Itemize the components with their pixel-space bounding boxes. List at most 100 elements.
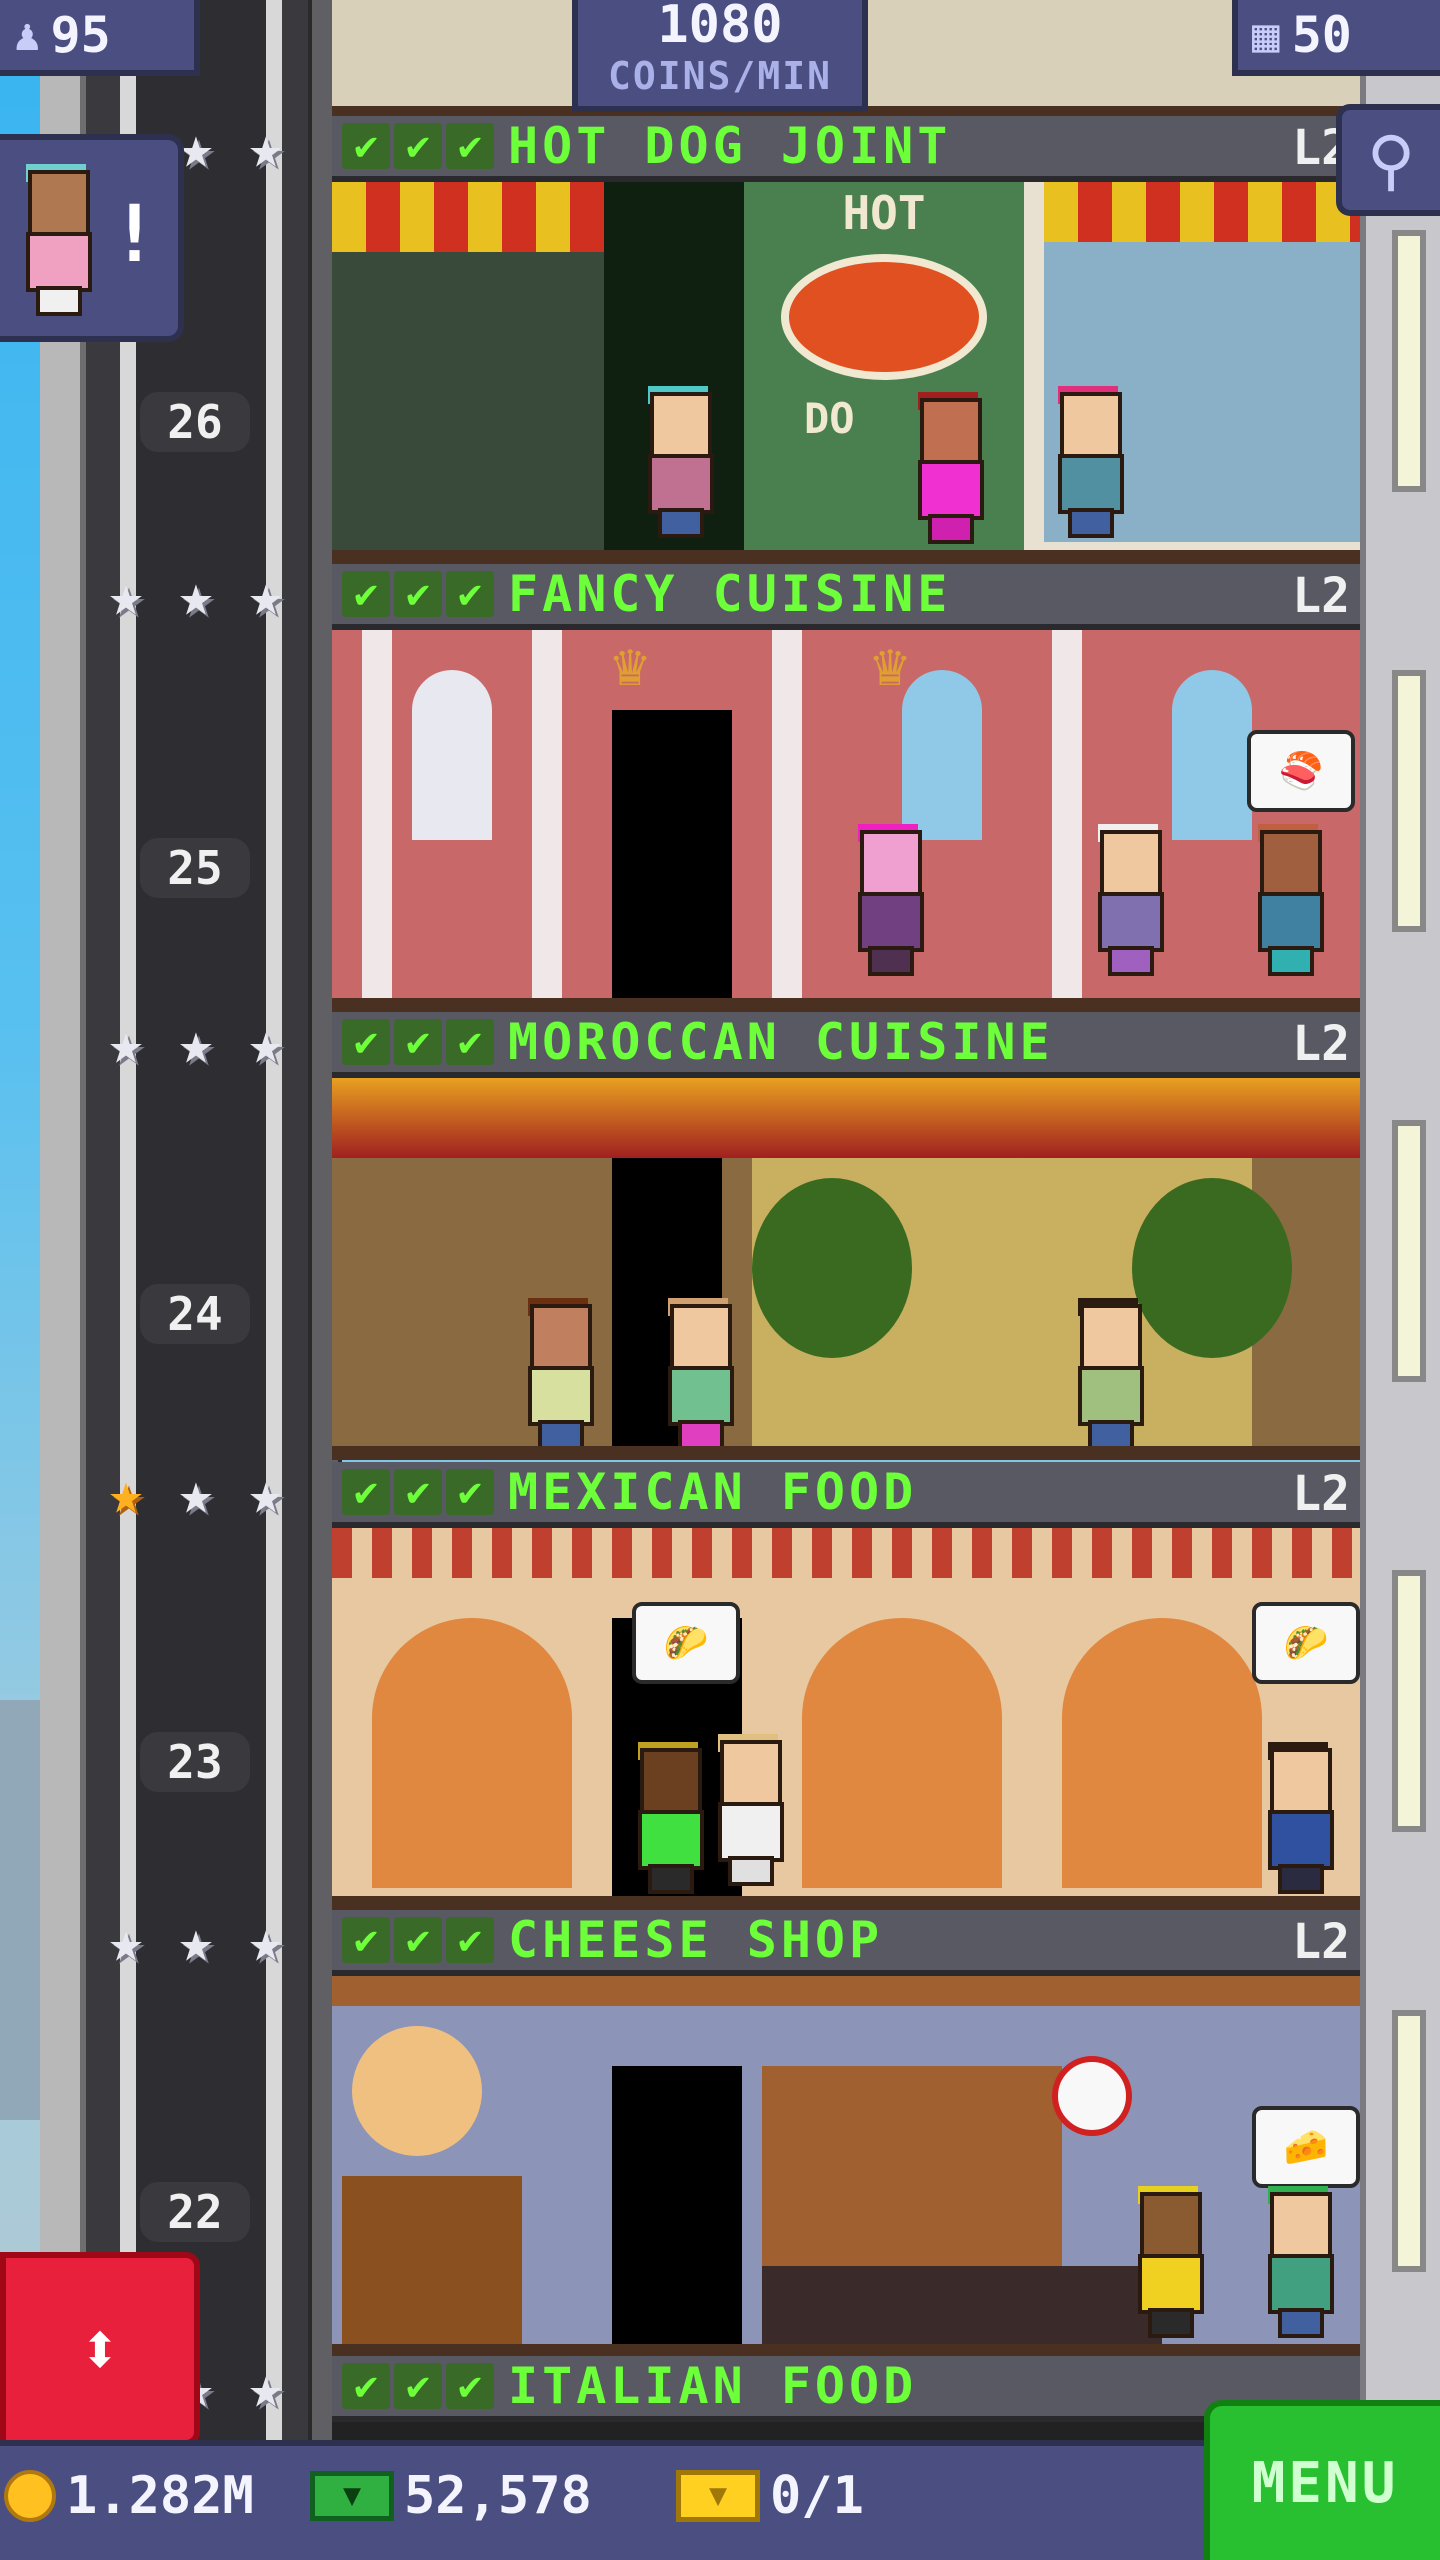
menu-button[interactable]: MENU bbox=[1204, 2400, 1440, 2560]
check-icon: ✔ bbox=[394, 2363, 442, 2409]
resident-person[interactable] bbox=[632, 1742, 704, 1894]
head bbox=[28, 170, 90, 236]
floor-counter[interactable]: ▦ 50 bbox=[1232, 0, 1440, 76]
speech-bubble[interactable]: 🍣 bbox=[1247, 730, 1355, 812]
coins-per-min-value: 1080 bbox=[657, 0, 783, 55]
resident-person[interactable] bbox=[912, 392, 984, 544]
awning bbox=[1044, 182, 1360, 242]
resident-person[interactable] bbox=[1052, 386, 1124, 538]
chandelier-icon: ♛ bbox=[872, 630, 909, 700]
floor-header: ✔ ✔ ✔ FANCY CUISINE L2 bbox=[332, 564, 1360, 630]
head bbox=[1060, 392, 1122, 458]
speech-bubble[interactable]: 🌮 bbox=[1252, 1602, 1360, 1684]
arch-booth bbox=[372, 1618, 572, 1888]
floor-base bbox=[332, 998, 1360, 1012]
elevator-rail-left bbox=[120, 0, 136, 2440]
resident-person[interactable] bbox=[712, 1734, 784, 1886]
legs bbox=[1268, 946, 1314, 976]
body bbox=[718, 1802, 784, 1862]
floor-level: L2 bbox=[1292, 1016, 1350, 1072]
zoom-button[interactable]: ⚲ bbox=[1336, 104, 1440, 216]
floor-count-value: 50 bbox=[1291, 6, 1352, 64]
check-icon: ✔ bbox=[394, 123, 442, 169]
shaft-inner bbox=[130, 0, 280, 2440]
shop-counter bbox=[332, 252, 604, 552]
alert-icon: ! bbox=[111, 190, 158, 280]
speech-bubble[interactable]: 🧀 bbox=[1252, 2106, 1360, 2188]
legs bbox=[1108, 946, 1154, 976]
legs bbox=[648, 1864, 694, 1894]
food-icon: 🧀 bbox=[1283, 2127, 1329, 2168]
floor-name: CHEESE SHOP bbox=[508, 1911, 884, 1969]
resident-person[interactable] bbox=[1262, 2186, 1334, 2338]
floor-number: 25 bbox=[140, 838, 250, 898]
check-icon: ✔ bbox=[394, 571, 442, 617]
floor-name: MOROCCAN CUISINE bbox=[508, 1013, 1054, 1071]
star-icon: ★ bbox=[248, 113, 284, 181]
doorway bbox=[612, 2066, 742, 2350]
head bbox=[920, 398, 982, 464]
food-icon: 🌮 bbox=[663, 1623, 709, 1664]
resident-person[interactable] bbox=[852, 824, 924, 976]
legs bbox=[1278, 2308, 1324, 2338]
resident-person[interactable] bbox=[662, 1298, 734, 1450]
body bbox=[528, 1366, 594, 1426]
head bbox=[720, 1740, 782, 1806]
pillar bbox=[1052, 630, 1082, 1004]
floor-number: 26 bbox=[140, 392, 250, 452]
check-icon: ✔ bbox=[342, 1469, 390, 1515]
resident-person[interactable] bbox=[1072, 1298, 1144, 1450]
hot-dog-icon bbox=[781, 254, 987, 380]
coins-display[interactable]: 1.282M bbox=[4, 2466, 254, 2526]
elevator-button[interactable]: ⬍ bbox=[0, 2252, 200, 2446]
decorative-border bbox=[332, 1528, 1360, 1578]
ticket-icon: ▼ bbox=[676, 2470, 760, 2522]
head bbox=[640, 1748, 702, 1814]
bux-display[interactable]: ▼ 52,578 bbox=[310, 2466, 592, 2526]
floor-header: ✔ ✔ ✔ CHEESE SHOP L2 bbox=[332, 1910, 1360, 1976]
floor-checks: ✔ ✔ ✔ bbox=[342, 1019, 494, 1065]
resident-person[interactable] bbox=[1132, 2186, 1204, 2338]
coins-per-min-panel: 1080 COINS/MIN bbox=[572, 0, 868, 112]
floor-room: 🌮 🌮 bbox=[332, 1528, 1360, 1902]
bux-value: 52,578 bbox=[404, 2466, 592, 2526]
star-icon: ★ bbox=[178, 1907, 214, 1975]
resident-person[interactable] bbox=[1252, 824, 1324, 976]
floor-checks: ✔ ✔ ✔ bbox=[342, 2363, 494, 2409]
up-down-arrows-icon: ⬍ bbox=[78, 2307, 122, 2391]
check-icon: ✔ bbox=[446, 571, 494, 617]
check-icon: ✔ bbox=[342, 571, 390, 617]
head bbox=[1260, 830, 1322, 896]
floor-hot-dog-joint[interactable]: ✔ ✔ ✔ HOT DOG JOINT L2 HOT DO bbox=[332, 116, 1360, 564]
speech-bubble[interactable]: 🌮 bbox=[632, 1602, 740, 1684]
resident-person[interactable] bbox=[1092, 824, 1164, 976]
resident-person[interactable] bbox=[1262, 1742, 1334, 1894]
bux-icon: ▼ bbox=[310, 2471, 394, 2521]
vip-notification-button[interactable]: ! bbox=[0, 134, 184, 342]
population-counter[interactable]: ♟ 95 bbox=[0, 0, 200, 76]
resident-person[interactable] bbox=[522, 1298, 594, 1450]
head bbox=[650, 392, 712, 458]
floor-header: ✔ ✔ ✔ MEXICAN FOOD L2 bbox=[332, 1462, 1360, 1528]
coins-value: 1.282M bbox=[66, 2466, 254, 2526]
floor-cheese-shop[interactable]: ✔ ✔ ✔ CHEESE SHOP L2 🧀 bbox=[332, 1910, 1360, 2358]
body bbox=[638, 1810, 704, 1870]
legs bbox=[658, 508, 704, 538]
tickets-display[interactable]: ▼ 0/1 bbox=[676, 2466, 864, 2526]
floor-room: HOT DO bbox=[332, 182, 1360, 556]
body bbox=[1098, 892, 1164, 952]
building-window bbox=[1392, 670, 1426, 932]
elevator-shaft[interactable] bbox=[40, 0, 342, 2440]
head bbox=[1270, 1748, 1332, 1814]
floor-room: ♛ ♛ 🍣 bbox=[332, 630, 1360, 1004]
ceiling-beam bbox=[332, 1976, 1360, 2006]
star-gold-icon: ★ bbox=[108, 1459, 144, 1527]
body bbox=[1258, 892, 1324, 952]
legs bbox=[1068, 508, 1114, 538]
floor-mexican-food[interactable]: ✔ ✔ ✔ MEXICAN FOOD L2 🌮 🌮 bbox=[332, 1462, 1360, 1910]
legs bbox=[36, 286, 82, 316]
floor-moroccan-cuisine[interactable]: ✔ ✔ ✔ MOROCCAN CUISINE L2 bbox=[332, 1012, 1360, 1460]
resident-person[interactable] bbox=[642, 386, 714, 538]
building-window bbox=[1392, 2010, 1426, 2272]
floor-fancy-cuisine[interactable]: ✔ ✔ ✔ FANCY CUISINE L2 ♛ ♛ 🍣 bbox=[332, 564, 1360, 1012]
